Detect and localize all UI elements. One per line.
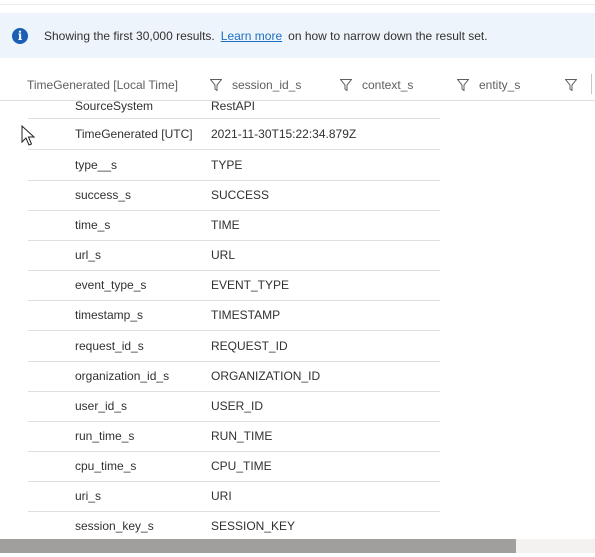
filter-icon[interactable] — [210, 79, 222, 91]
column-header-entity[interactable]: entity_s — [457, 70, 520, 100]
field-name: SourceSystem — [75, 99, 154, 113]
field-value: USER_ID — [211, 399, 264, 413]
field-value: 2021-11-30T15:22:34.879Z — [211, 127, 357, 141]
list-item: url_s URL — [28, 240, 440, 271]
filter-icon[interactable] — [340, 79, 352, 91]
results-table-header: TimeGenerated [Local Time] session_id_s … — [0, 70, 595, 101]
list-item: TimeGenerated [UTC] 2021-11-30T15:22:34.8… — [28, 119, 440, 150]
field-name: time_s — [75, 218, 111, 232]
column-header-timegenerated[interactable]: TimeGenerated [Local Time] — [27, 70, 178, 100]
column-header-label: context_s — [362, 78, 414, 92]
scrollbar-thumb[interactable] — [0, 539, 516, 553]
results-limit-banner: i Showing the first 30,000 results. Learn… — [0, 13, 595, 58]
list-item: request_id_s REQUEST_ID — [28, 331, 440, 362]
field-value: URL — [211, 248, 236, 262]
field-name: request_id_s — [75, 339, 144, 353]
column-header-label: TimeGenerated [Local Time] — [27, 78, 178, 92]
info-icon: i — [12, 27, 28, 44]
field-value: RestAPI — [211, 99, 256, 113]
field-name: user_id_s — [75, 399, 128, 413]
horizontal-scrollbar[interactable] — [0, 539, 595, 553]
banner-text-before: Showing the first 30,000 results. — [44, 28, 215, 43]
field-value: SUCCESS — [211, 188, 270, 202]
field-name: url_s — [75, 248, 102, 262]
field-value: ORGANIZATION_ID — [211, 369, 321, 383]
column-header-session-id[interactable]: session_id_s — [210, 70, 301, 100]
field-name: organization_id_s — [75, 369, 170, 383]
column-header-label: session_id_s — [232, 78, 302, 92]
mouse-pointer-icon — [21, 125, 36, 146]
list-item: time_s TIME — [28, 210, 440, 241]
list-item: cpu_time_s CPU_TIME — [28, 451, 440, 482]
field-name: cpu_time_s — [75, 459, 137, 473]
list-item: user_id_s USER_ID — [28, 391, 440, 422]
banner-text: Showing the first 30,000 results. Learn m… — [44, 29, 488, 43]
field-name: uri_s — [75, 489, 102, 503]
column-divider — [591, 74, 592, 94]
list-item: session_key_s SESSION_KEY — [28, 511, 440, 542]
field-name: timestamp_s — [75, 308, 144, 322]
field-name: success_s — [75, 188, 132, 202]
column-header-context[interactable]: context_s — [340, 70, 413, 100]
field-value: URI — [211, 489, 232, 503]
list-item: organization_id_s ORGANIZATION_ID — [28, 361, 440, 392]
list-item: timestamp_s TIMESTAMP — [28, 300, 440, 331]
field-value: TYPE — [211, 158, 243, 172]
list-item: event_type_s EVENT_TYPE — [28, 270, 440, 301]
field-value: EVENT_TYPE — [211, 278, 290, 292]
field-value: CPU_TIME — [211, 459, 272, 473]
learn-more-link[interactable]: Learn more — [221, 29, 282, 43]
field-value: TIME — [211, 218, 240, 232]
field-name: type__s — [75, 158, 118, 172]
top-divider — [0, 4, 595, 5]
field-name: session_key_s — [75, 519, 154, 533]
list-item: success_s SUCCESS — [28, 180, 440, 211]
field-value: RUN_TIME — [211, 429, 273, 443]
list-item: type__s TYPE — [28, 150, 440, 181]
list-item: SourceSystem RestAPI — [28, 100, 440, 119]
list-item: run_time_s RUN_TIME — [28, 421, 440, 452]
filter-icon[interactable] — [565, 79, 577, 91]
field-name: run_time_s — [75, 429, 135, 443]
field-value: TIMESTAMP — [211, 308, 281, 322]
column-header-next[interactable] — [565, 70, 587, 100]
field-name: event_type_s — [75, 278, 147, 292]
field-value: SESSION_KEY — [211, 519, 296, 533]
column-header-label: entity_s — [479, 78, 521, 92]
field-name: TimeGenerated [UTC] — [75, 127, 193, 141]
filter-icon[interactable] — [457, 79, 469, 91]
banner-text-after: on how to narrow down the result set. — [288, 28, 488, 43]
field-value: REQUEST_ID — [211, 339, 288, 353]
list-item: uri_s URI — [28, 481, 440, 512]
